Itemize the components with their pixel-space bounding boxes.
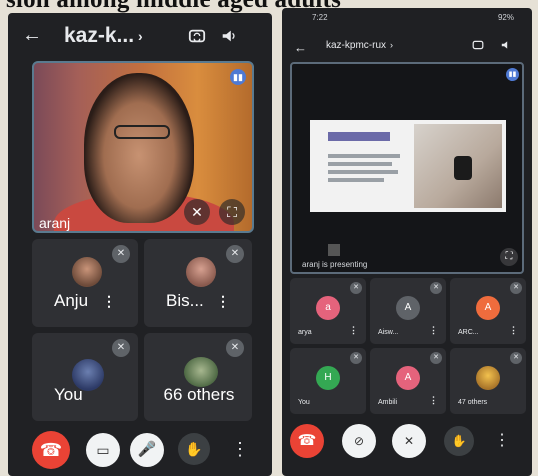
right-phone-screen: 7:22 92% ← kaz-kpmc-rux › ▮▮ aranj is pre… bbox=[282, 8, 532, 476]
more-vert-icon[interactable]: ⋮ bbox=[102, 293, 116, 310]
presenting-label: aranj is presenting bbox=[302, 260, 368, 269]
mic-off-icon: ✕ bbox=[430, 352, 442, 364]
participant-avatar: H bbox=[316, 366, 340, 390]
participant-name: Bis... bbox=[166, 291, 204, 310]
participant-name: Anju bbox=[54, 291, 89, 310]
participant-tile[interactable]: ✕ A ARC... ⋮ bbox=[450, 278, 526, 344]
back-arrow-icon[interactable]: ← bbox=[294, 38, 307, 58]
meeting-title[interactable]: kaz-kpmc-rux › bbox=[326, 40, 393, 51]
participant-tile[interactable]: ✕ 66 others bbox=[144, 333, 252, 421]
slide-text-block bbox=[328, 178, 384, 182]
pin-off-icon[interactable]: ✕ bbox=[184, 199, 210, 225]
participant-tile[interactable]: ✕ A Ambili ⋮ bbox=[370, 348, 446, 414]
others-avatar-stack bbox=[476, 366, 500, 390]
presentation-view[interactable]: ▮▮ aranj is presenting ⛶ bbox=[290, 62, 524, 274]
raise-hand-button[interactable]: ✋ bbox=[444, 426, 474, 456]
active-speaker-video[interactable]: ▮▮ aranj ✕ ⛶ bbox=[32, 61, 254, 233]
mic-off-icon: ✕ bbox=[350, 282, 362, 294]
status-time: 7:22 bbox=[312, 13, 328, 22]
participant-name: ARC... bbox=[458, 329, 479, 336]
participant-name: Aisw... bbox=[378, 329, 399, 336]
back-arrow-icon[interactable]: ← bbox=[22, 25, 42, 45]
more-vert-icon[interactable]: ⋮ bbox=[429, 325, 438, 336]
left-phone-screen: ← kaz-k... › ▮▮ aranj ✕ ⛶ ✕ Anju ⋮ ✕ Bis.… bbox=[8, 13, 272, 476]
mic-off-icon: ✕ bbox=[350, 352, 362, 364]
raise-hand-button[interactable]: ✋ bbox=[178, 433, 210, 465]
fullscreen-icon[interactable]: ⛶ bbox=[219, 199, 245, 225]
switch-camera-icon[interactable] bbox=[472, 39, 484, 51]
chevron-right-icon: › bbox=[138, 28, 143, 45]
more-vert-icon[interactable]: ⋮ bbox=[216, 293, 230, 310]
participant-name: 66 others bbox=[163, 385, 235, 404]
mic-off-icon: ✕ bbox=[112, 245, 130, 263]
participant-tile[interactable]: ✕ You bbox=[32, 333, 138, 421]
microphone-off-button[interactable]: ✕ bbox=[392, 424, 426, 458]
speaker-icon[interactable] bbox=[500, 39, 512, 51]
others-avatar-stack bbox=[184, 357, 218, 387]
participant-avatar: a bbox=[316, 296, 340, 320]
end-call-button[interactable]: ☎ bbox=[32, 431, 70, 469]
chevron-right-icon: › bbox=[390, 40, 394, 51]
microphone-button[interactable]: 🎤 bbox=[130, 433, 164, 467]
participant-avatar bbox=[186, 257, 216, 287]
audio-indicator-icon: ▮▮ bbox=[230, 69, 246, 85]
mic-off-icon: ✕ bbox=[226, 245, 244, 263]
presenter-thumbnail bbox=[328, 244, 340, 256]
participant-tile[interactable]: ✕ a arya ⋮ bbox=[290, 278, 366, 344]
camera-off-button[interactable]: ⊘ bbox=[342, 424, 376, 458]
slide-photo bbox=[414, 124, 502, 208]
more-vert-icon[interactable]: ⋮ bbox=[509, 325, 518, 336]
slide-text-block bbox=[328, 170, 398, 174]
participant-avatar: A bbox=[476, 296, 500, 320]
device-in-photo bbox=[454, 156, 472, 180]
participant-avatar bbox=[72, 257, 102, 287]
participant-name: arya bbox=[298, 329, 312, 336]
switch-camera-icon[interactable] bbox=[188, 27, 206, 45]
audio-indicator-icon: ▮▮ bbox=[506, 68, 519, 81]
participant-name: You bbox=[298, 399, 310, 406]
status-battery: 92% bbox=[497, 13, 514, 22]
participant-name: 47 others bbox=[458, 399, 488, 406]
fullscreen-icon[interactable]: ⛶ bbox=[500, 248, 518, 266]
more-vert-icon[interactable]: ⋮ bbox=[429, 395, 438, 406]
speaker-face bbox=[84, 73, 194, 223]
mic-off-icon: ✕ bbox=[510, 352, 522, 364]
end-call-button[interactable]: ☎ bbox=[290, 424, 324, 458]
meeting-top-bar: ← kaz-kpmc-rux › bbox=[282, 28, 532, 64]
slide-heading-bar bbox=[328, 132, 390, 141]
active-speaker-name: aranj bbox=[39, 215, 71, 231]
speaker-glasses bbox=[114, 125, 170, 139]
participant-tile[interactable]: ✕ A Aisw... ⋮ bbox=[370, 278, 446, 344]
mic-off-icon: ✕ bbox=[430, 282, 442, 294]
mic-off-icon: ✕ bbox=[510, 282, 522, 294]
participant-tile[interactable]: ✕ H You bbox=[290, 348, 366, 414]
status-bar: 7:22 92% bbox=[282, 8, 532, 26]
participant-avatar: A bbox=[396, 366, 420, 390]
meeting-title[interactable]: kaz-k... › bbox=[64, 24, 143, 48]
slide-text-block bbox=[328, 154, 400, 158]
slide-text-block bbox=[328, 162, 392, 166]
presentation-slide bbox=[310, 120, 506, 212]
camera-button[interactable]: ▭ bbox=[86, 433, 120, 467]
more-vert-icon[interactable]: ⋮ bbox=[349, 325, 358, 336]
more-options-button[interactable]: ⋮ bbox=[490, 426, 514, 456]
participant-avatar: A bbox=[396, 296, 420, 320]
more-options-button[interactable]: ⋮ bbox=[226, 433, 254, 465]
mic-off-icon: ✕ bbox=[226, 339, 244, 357]
participant-tile[interactable]: ✕ Bis... ⋮ bbox=[144, 239, 252, 327]
speaker-icon[interactable] bbox=[220, 27, 238, 45]
meeting-top-bar: ← kaz-k... › bbox=[8, 13, 272, 63]
participant-tile[interactable]: ✕ Anju ⋮ bbox=[32, 239, 138, 327]
participant-tile[interactable]: ✕ 47 others bbox=[450, 348, 526, 414]
participant-name: You bbox=[54, 385, 83, 404]
mic-off-icon: ✕ bbox=[112, 339, 130, 357]
participant-name: Ambili bbox=[378, 399, 398, 406]
